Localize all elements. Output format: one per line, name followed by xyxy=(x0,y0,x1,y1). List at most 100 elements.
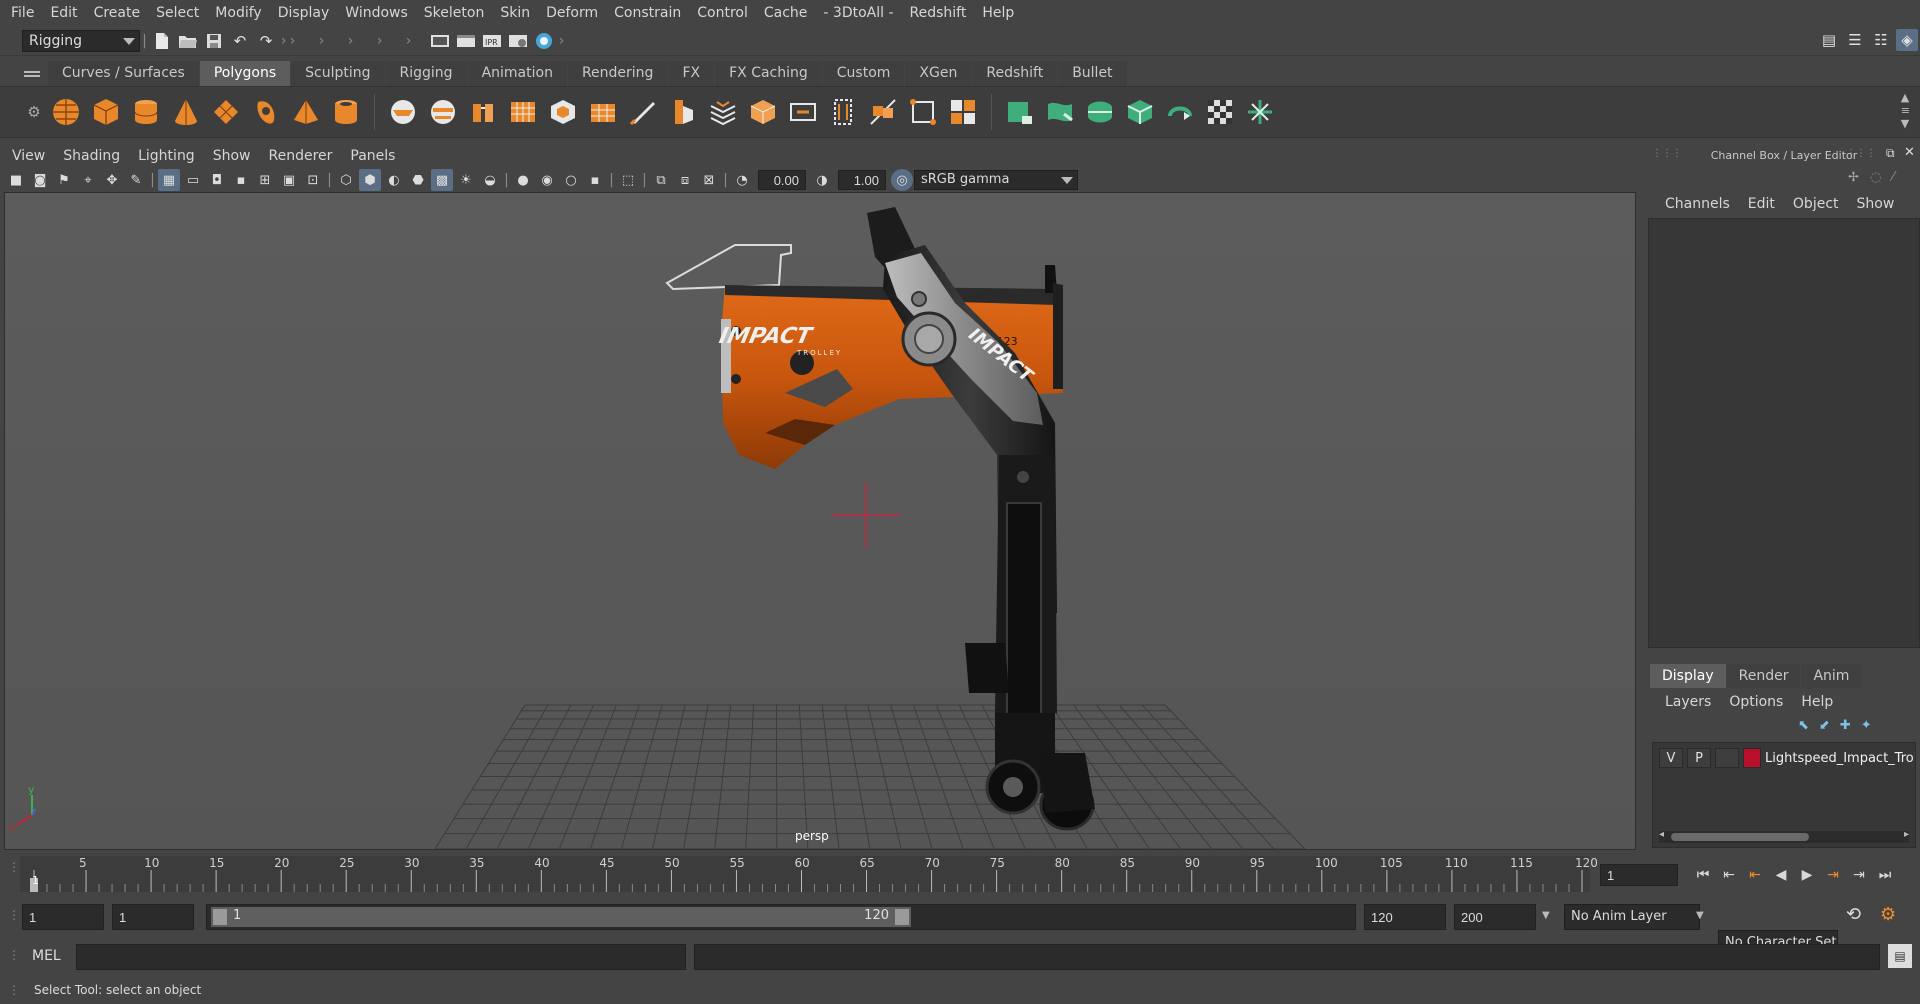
poly-sphere-icon[interactable] xyxy=(47,92,85,132)
scroll-left-icon[interactable]: ◂ xyxy=(1659,829,1664,840)
wireframe-icon[interactable]: ⬡ xyxy=(335,169,357,191)
panel-grip-icon[interactable]: ⋮⋮⋮ xyxy=(1846,148,1876,159)
step-back-frame-icon[interactable]: ⇤ xyxy=(1716,863,1742,887)
render-view-icon[interactable] xyxy=(429,30,451,52)
exposure-field[interactable] xyxy=(758,170,806,190)
layer-hscrollbar[interactable]: ◂ ▸ xyxy=(1659,829,1909,843)
timeslider-grip-icon[interactable]: ⋮ xyxy=(8,860,20,874)
manipulator-icon[interactable]: ✢ xyxy=(1848,170,1859,185)
menu-help[interactable]: Help xyxy=(977,0,1025,26)
range-start-handle[interactable] xyxy=(213,909,227,925)
new-scene-icon[interactable] xyxy=(151,30,173,52)
textured-icon[interactable]: ▩ xyxy=(431,169,453,191)
exposure-icon[interactable]: ◔ xyxy=(731,169,753,191)
tab-fx[interactable]: FX xyxy=(668,60,715,86)
uv-spherical-icon[interactable] xyxy=(1081,92,1119,132)
workspace-icon[interactable]: ▤ xyxy=(1818,29,1840,51)
cmdline-grip-icon[interactable]: ⋮ xyxy=(8,948,20,962)
vp-menu-panels[interactable]: Panels xyxy=(342,144,405,168)
menu-create[interactable]: Create xyxy=(89,0,152,26)
poly-cylinder-icon[interactable] xyxy=(127,92,165,132)
default-material-icon[interactable]: ◐ xyxy=(383,169,405,191)
step-forward-key-icon[interactable]: ⇥ xyxy=(1820,863,1846,887)
xray-joints-icon[interactable]: ⧈ xyxy=(674,169,696,191)
camera-attributes-icon[interactable]: ◙ xyxy=(29,169,51,191)
grid-icon[interactable]: ▦ xyxy=(158,169,180,191)
new-layer-selected-icon[interactable]: ✦ xyxy=(1861,718,1872,733)
tab-polygons[interactable]: Polygons xyxy=(199,60,291,86)
smooth-shade-icon[interactable]: ⬢ xyxy=(359,169,381,191)
vp-menu-shading[interactable]: Shading xyxy=(55,144,130,168)
tab-fx-caching[interactable]: FX Caching xyxy=(715,60,822,86)
layer-type-toggle[interactable] xyxy=(1715,748,1739,768)
isolate-select-icon[interactable]: ⬚ xyxy=(617,169,639,191)
safe-title-icon[interactable]: ⊡ xyxy=(302,169,324,191)
tab-display-layers[interactable]: Display xyxy=(1650,664,1726,688)
tab-curves-surfaces[interactable]: Curves / Surfaces xyxy=(48,60,199,86)
wireframe-on-shaded-icon[interactable]: ⬣ xyxy=(407,169,429,191)
menu-windows[interactable]: Windows xyxy=(340,0,419,26)
bounding-box-icon[interactable] xyxy=(824,92,862,132)
combine-icon[interactable] xyxy=(384,92,422,132)
attribute-editor-icon[interactable]: ☰ xyxy=(1844,29,1866,51)
backface-culling-icon[interactable]: ⊠ xyxy=(698,169,720,191)
channel-box-toggle-icon[interactable]: ◈ xyxy=(1896,29,1918,51)
view-transform-dropdown[interactable]: sRGB gamma xyxy=(914,170,1078,190)
time-slider[interactable]: 5 10 15 20 25 30 35 40 45 50 55 60 65 70 75 80 85 90 95 100… xyxy=(20,856,1598,892)
poly-plane-icon[interactable] xyxy=(207,92,245,132)
open-scene-icon[interactable] xyxy=(177,30,199,52)
vp-menu-view[interactable]: View xyxy=(4,144,55,168)
tab-anim-layers[interactable]: Anim xyxy=(1801,664,1862,688)
grease-pencil-icon[interactable]: ✎ xyxy=(125,169,147,191)
layer-color-swatch[interactable] xyxy=(1743,748,1761,768)
playback-end-field[interactable] xyxy=(1364,904,1446,930)
use-lights-icon[interactable]: ☀ xyxy=(455,169,477,191)
layer-visibility-toggle[interactable]: V xyxy=(1659,748,1683,768)
poly-cube-icon[interactable] xyxy=(87,92,125,132)
helpline-grip-icon[interactable]: ⋮ xyxy=(8,983,20,997)
quad-draw-icon[interactable] xyxy=(904,92,942,132)
menu-deform[interactable]: Deform xyxy=(541,0,609,26)
ipr-render-icon[interactable]: IPR xyxy=(481,30,503,52)
menu-file[interactable]: File xyxy=(6,0,45,26)
vp-menu-renderer[interactable]: Renderer xyxy=(260,144,342,168)
close-panel-icon[interactable]: ✕ xyxy=(1904,145,1915,160)
auto-key-icon[interactable]: ⟲ xyxy=(1846,904,1861,925)
tab-xgen[interactable]: XGen xyxy=(905,60,972,86)
field-chart-icon[interactable]: ⊞ xyxy=(254,169,276,191)
shelf-menu-icon[interactable] xyxy=(24,66,40,80)
tab-rendering[interactable]: Rendering xyxy=(567,60,668,86)
animation-end-field[interactable] xyxy=(1454,904,1536,930)
cb-menu-channels[interactable]: Channels xyxy=(1656,192,1739,216)
le-menu-layers[interactable]: Layers xyxy=(1656,690,1720,714)
resolution-gate-icon[interactable]: ◘ xyxy=(206,169,228,191)
film-gate-icon[interactable]: ▭ xyxy=(182,169,204,191)
shelf-gear-icon[interactable]: ⚙ xyxy=(24,101,44,123)
bookmark-icon[interactable]: ⚑ xyxy=(53,169,75,191)
channel-box-body[interactable] xyxy=(1648,218,1920,648)
chevron-down-icon[interactable]: ▼ xyxy=(1542,910,1550,921)
play-forwards-icon[interactable]: ▶ xyxy=(1794,863,1820,887)
gamma-icon[interactable]: ◑ xyxy=(811,169,833,191)
tab-redshift[interactable]: Redshift xyxy=(972,60,1058,86)
menu-skin[interactable]: Skin xyxy=(495,0,541,26)
tab-animation[interactable]: Animation xyxy=(467,60,567,86)
go-to-start-icon[interactable]: ⏮ xyxy=(1690,863,1716,887)
hypershade-icon[interactable] xyxy=(533,30,555,52)
smooth-icon[interactable] xyxy=(744,92,782,132)
xray-icon[interactable]: ⧉ xyxy=(650,169,672,191)
2d-pan-zoom-icon[interactable]: ✥ xyxy=(101,169,123,191)
menu-modify[interactable]: Modify xyxy=(210,0,272,26)
menu-select[interactable]: Select xyxy=(151,0,210,26)
menu-3dtoall[interactable]: - 3DtoAll - xyxy=(818,0,904,26)
scroll-thumb[interactable] xyxy=(1671,833,1809,841)
poly-pipe-icon[interactable] xyxy=(327,92,365,132)
script-editor-icon[interactable]: ▤ xyxy=(1888,944,1912,968)
poly-torus-icon[interactable] xyxy=(247,92,285,132)
mirror-icon[interactable] xyxy=(864,92,902,132)
move-layer-down-icon[interactable]: ⬋ xyxy=(1819,718,1830,733)
range-grip-icon[interactable]: ⋮ xyxy=(8,908,20,922)
cb-menu-edit[interactable]: Edit xyxy=(1739,192,1784,216)
vp-menu-show[interactable]: Show xyxy=(205,144,261,168)
uv-checker-icon[interactable] xyxy=(1201,92,1239,132)
